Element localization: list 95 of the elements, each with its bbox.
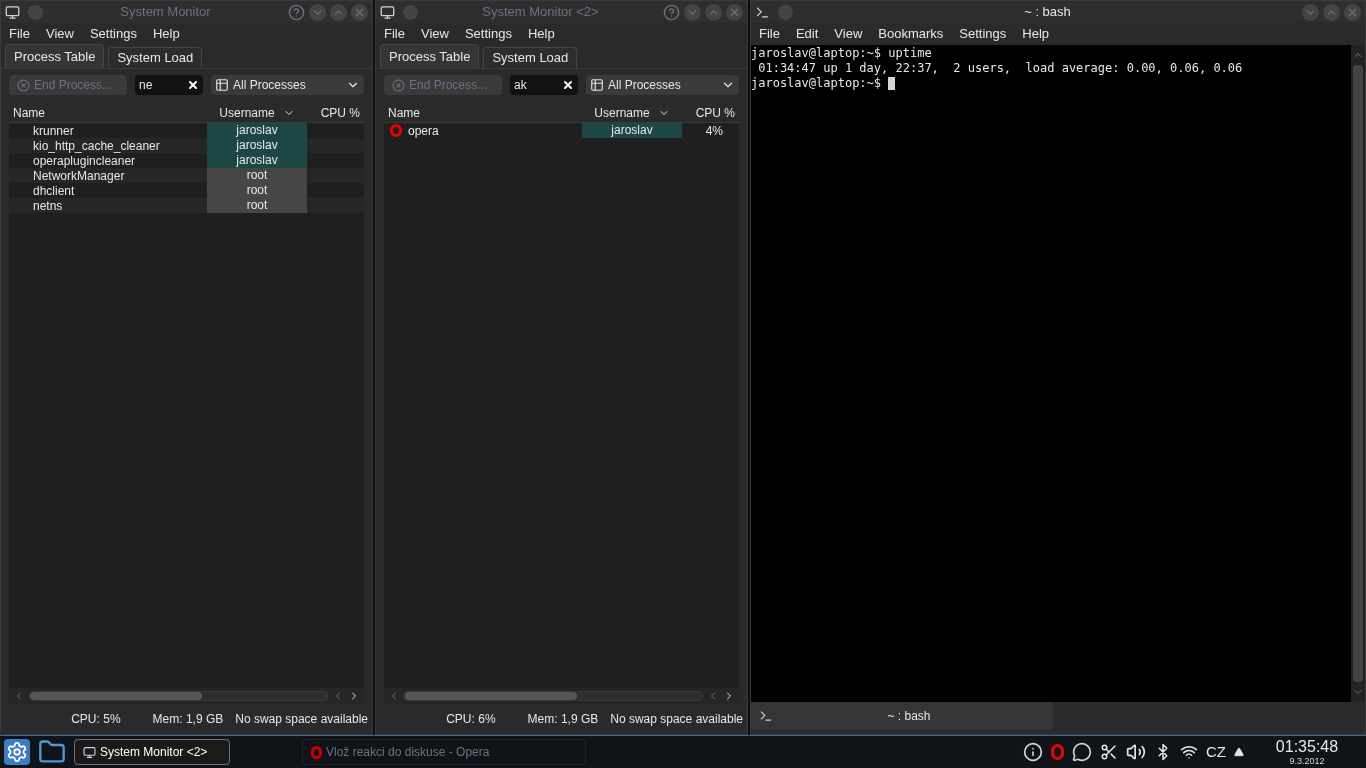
status-text: CPU: 5% [71, 711, 121, 728]
monitor-icon [83, 745, 96, 759]
tab[interactable]: Process Table [5, 44, 105, 68]
tab[interactable]: Process Table [380, 44, 480, 68]
close-icon[interactable] [351, 3, 368, 21]
username-cell: root [207, 198, 307, 213]
search-field[interactable]: ak [510, 75, 578, 95]
menu-item[interactable]: File [384, 24, 405, 44]
maximize-icon[interactable] [705, 3, 722, 21]
clear-icon[interactable] [562, 79, 574, 91]
process-name: krunner [33, 122, 74, 140]
window-title: ~ : bash [1023, 3, 1072, 22]
username-cell: jaroslav [207, 138, 307, 153]
terminal-icon [759, 709, 773, 723]
column-header[interactable]: Name [384, 103, 582, 122]
maximize-icon[interactable] [1323, 3, 1340, 21]
column-header[interactable]: CPU % [307, 103, 364, 122]
menu-item[interactable]: Settings [464, 24, 512, 44]
menu-item[interactable]: Settings [89, 24, 137, 44]
help-icon[interactable] [663, 3, 680, 21]
username-cell: root [207, 168, 307, 183]
help-icon[interactable] [288, 3, 305, 21]
expand-tray-icon[interactable] [1234, 747, 1244, 757]
menu-item[interactable]: File [9, 24, 30, 44]
menu-item[interactable]: Settings [959, 24, 1007, 44]
menu-item[interactable]: View [45, 24, 74, 44]
terminal-icon [755, 4, 770, 20]
username-cell: jaroslav [582, 123, 682, 138]
process-name: NetworkManager [33, 168, 125, 185]
menu-item[interactable]: View [420, 24, 449, 44]
column-header[interactable]: Username [582, 103, 682, 122]
horizontal-scrollbar[interactable] [404, 691, 703, 701]
close-icon[interactable] [1344, 3, 1361, 21]
info-icon[interactable] [1023, 742, 1043, 762]
monitor-icon [5, 4, 20, 20]
process-name: dhclient [33, 183, 75, 200]
volume-icon[interactable] [1126, 742, 1146, 762]
filter-dropdown[interactable]: All Processes [211, 75, 364, 95]
column-header[interactable]: Username [207, 103, 307, 122]
monitor-icon [380, 4, 395, 20]
window-title: System Monitor <2> [481, 3, 600, 22]
username-cell: jaroslav [207, 153, 307, 168]
terminal-line: 01:34:47 up 1 day, 22:37, 2 users, load average: 0.00, 0.06, 0.06 [757, 61, 1243, 76]
status-text: Mem: 1,9 GB [152, 711, 224, 728]
chat-icon[interactable] [1072, 742, 1092, 762]
task-button[interactable]: System Monitor <2> [74, 739, 230, 765]
status-text: No swap space available [235, 711, 368, 728]
minimize-icon[interactable] [1302, 3, 1319, 21]
folder-icon[interactable] [38, 738, 66, 766]
keyboard-layout[interactable]: CZ [1206, 740, 1226, 764]
menu-item[interactable]: Help [152, 24, 180, 44]
status-text: No swap space available [610, 711, 743, 728]
column-header[interactable]: Name [9, 103, 207, 122]
clear-icon[interactable] [187, 79, 199, 91]
process-name: opera [408, 122, 439, 140]
tab[interactable]: System Load [108, 47, 203, 68]
window-title: System Monitor [119, 3, 212, 22]
tab[interactable]: System Load [483, 47, 578, 68]
scissors-icon[interactable] [1100, 743, 1118, 761]
minimize-icon[interactable] [684, 3, 701, 21]
menu-item[interactable]: Bookmarks [878, 24, 944, 44]
status-text: CPU: 6% [446, 711, 496, 728]
process-name: operaplugincleaner [33, 153, 136, 170]
terminal-line: jaroslav@laptop:~$ [751, 76, 883, 91]
menu-item[interactable]: File [759, 24, 780, 44]
clock[interactable]: 01:35:48 [1275, 738, 1339, 755]
vertical-scrollbar[interactable] [1351, 45, 1365, 702]
username-cell: jaroslav [207, 123, 307, 138]
stop-icon [392, 78, 405, 92]
close-icon[interactable] [726, 3, 743, 21]
terminal-area[interactable]: jaroslav@laptop:~$ uptime 01:34:47 up 1 day, 22:37, 2 users, load average: 0.00, 0.06, 0.06 jaroslav@laptop:~$ [751, 45, 1365, 702]
table-icon [215, 78, 229, 92]
process-name: kio_http_cache_cleaner [33, 137, 160, 155]
session-tab[interactable]: ~ : bash [751, 702, 1053, 730]
table-icon [590, 78, 604, 92]
process-name: netns [33, 197, 63, 215]
wifi-icon[interactable] [1180, 743, 1198, 761]
menu-item[interactable]: Help [1022, 24, 1050, 44]
minimize-icon[interactable] [309, 3, 326, 21]
cpu-cell: 4% [705, 123, 723, 138]
menu-item[interactable]: View [834, 24, 863, 44]
horizontal-scrollbar[interactable] [29, 691, 328, 701]
terminal-line: jaroslav@laptop:~$ uptime [751, 46, 932, 61]
status-text: Mem: 1,9 GB [527, 711, 599, 728]
filter-dropdown[interactable]: All Processes [586, 75, 739, 95]
task-button[interactable]: Vlož reakci do diskuse - Opera [302, 739, 586, 765]
stop-icon [17, 78, 30, 92]
application-menu-icon[interactable] [4, 739, 30, 765]
date: 9.3.2012 [1289, 756, 1325, 766]
column-header[interactable]: CPU % [682, 103, 739, 122]
search-field[interactable]: ne [135, 75, 203, 95]
menu-item[interactable]: Help [527, 24, 555, 44]
username-cell: root [207, 183, 307, 198]
maximize-icon[interactable] [330, 3, 347, 21]
menu-item[interactable]: Edit [795, 24, 819, 44]
